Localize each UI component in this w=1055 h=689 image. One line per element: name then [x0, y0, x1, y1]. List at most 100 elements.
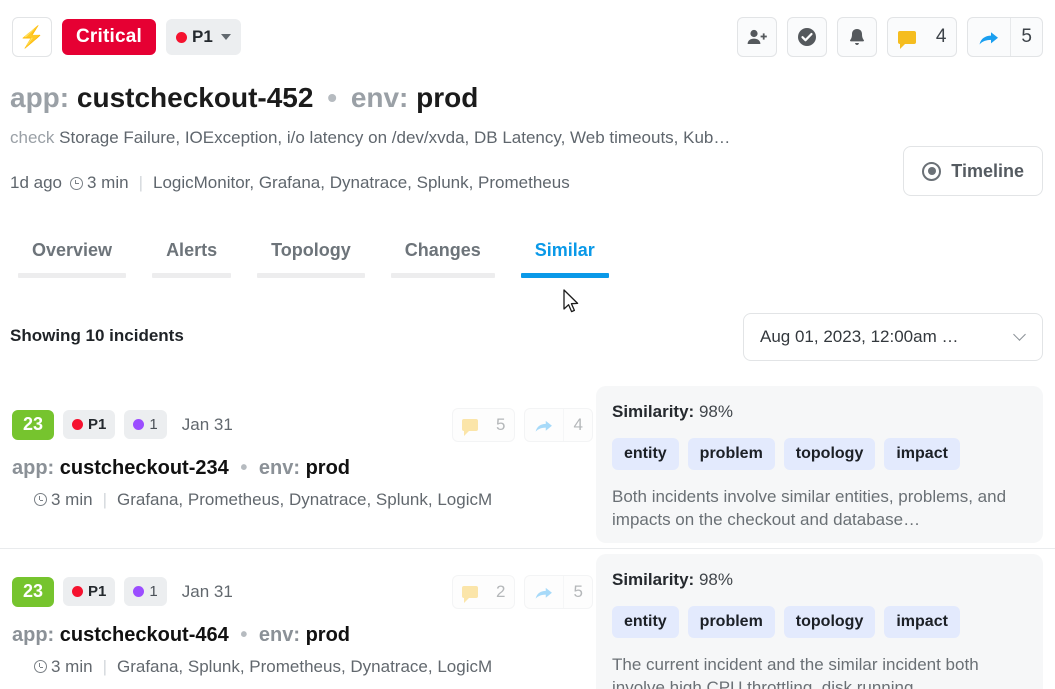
acknowledge-button[interactable] — [787, 17, 827, 57]
similarity-panel: Similarity: 98% entity problem topology … — [596, 386, 1043, 543]
row-priority-badge: P1 — [63, 410, 115, 439]
similarity-description: The current incident and the similar inc… — [612, 654, 1027, 689]
date-range-value: Aug 01, 2023, 12:00am … — [760, 327, 958, 347]
incident-duration: 3 min — [87, 173, 129, 193]
similarity-tag-topology[interactable]: topology — [784, 606, 876, 638]
tab-underline — [257, 273, 365, 278]
clock-icon — [70, 177, 83, 190]
similarity-tags: entity problem topology impact — [612, 606, 1027, 638]
row-duration: 3 min — [51, 657, 93, 677]
incident-sources: LogicMonitor, Grafana, Dynatrace, Splunk… — [153, 173, 570, 193]
tab-underline-active — [521, 273, 609, 278]
list-item[interactable]: 23 P1 1 Jan 31 app: custcheckout-234 • — [0, 382, 1055, 548]
title-separator: • — [327, 82, 337, 113]
similarity-header: Similarity: 98% — [612, 402, 1027, 422]
severity-badge[interactable]: Critical — [62, 19, 156, 55]
signal-dot-icon — [133, 586, 144, 597]
mouse-cursor — [563, 289, 583, 317]
similarity-label: Similarity: — [612, 402, 694, 421]
page-title: app: custcheckout-452 • env: prod — [10, 82, 478, 114]
title-app-value: custcheckout-452 — [77, 82, 314, 113]
signal-dot-icon — [133, 419, 144, 430]
tab-overview[interactable]: Overview — [10, 236, 134, 261]
row-share-button[interactable]: 5 — [524, 575, 592, 609]
row-app-key: app: — [12, 457, 54, 479]
clock-icon — [34, 493, 47, 506]
lightning-bolt-icon[interactable]: ⚡ — [12, 17, 52, 57]
comment-icon — [453, 409, 487, 441]
title-env-value: prod — [416, 82, 478, 113]
priority-dot-icon — [176, 32, 187, 43]
row-actions: 5 4 — [452, 408, 593, 442]
similarity-tag-entity[interactable]: entity — [612, 606, 679, 638]
row-signal-count: 1 — [149, 416, 157, 433]
row-env-value: prod — [306, 457, 350, 479]
tab-alerts-label: Alerts — [166, 240, 217, 261]
chevron-down-icon — [1013, 328, 1026, 341]
comment-button[interactable]: 4 — [887, 17, 958, 57]
comment-count: 4 — [926, 18, 957, 56]
row-priority-badge: P1 — [63, 577, 115, 606]
row-separator: • — [240, 457, 247, 479]
similarity-tag-topology[interactable]: topology — [784, 438, 876, 470]
row-signal-count: 1 — [149, 583, 157, 600]
tab-similar-label: Similar — [535, 240, 595, 261]
row-comment-count: 5 — [487, 409, 514, 441]
row-signal-badge: 1 — [124, 577, 166, 606]
share-button[interactable]: 5 — [967, 17, 1043, 57]
tab-alerts[interactable]: Alerts — [144, 236, 239, 261]
timeline-button[interactable]: Timeline — [903, 146, 1043, 196]
clock-icon — [34, 660, 47, 673]
share-count: 5 — [1011, 18, 1042, 56]
row-sources: Grafana, Splunk, Prometheus, Dynatrace, … — [117, 657, 492, 677]
row-title: app: custcheckout-234 • env: prod — [12, 457, 592, 480]
similarity-tag-impact[interactable]: impact — [884, 438, 960, 470]
row-title: app: custcheckout-464 • env: prod — [12, 624, 592, 647]
row-app-value: custcheckout-234 — [60, 457, 229, 479]
incident-detail-page: ⚡ Critical P1 — [0, 0, 1055, 689]
tab-underline — [18, 273, 126, 278]
row-sources: Grafana, Prometheus, Dynatrace, Splunk, … — [117, 490, 492, 510]
similarity-tag-impact[interactable]: impact — [884, 606, 960, 638]
priority-label: P1 — [192, 27, 213, 47]
row-env-key: env: — [259, 457, 300, 479]
list-item[interactable]: 23 P1 1 Jan 31 app: custcheckout-464 • — [0, 548, 1055, 689]
row-comment-button[interactable]: 5 — [452, 408, 515, 442]
meta-divider: | — [103, 657, 107, 677]
row-comment-button[interactable]: 2 — [452, 575, 515, 609]
incident-meta: 1d ago 3 min | LogicMonitor, Grafana, Dy… — [10, 173, 570, 193]
row-share-button[interactable]: 4 — [524, 408, 592, 442]
date-range-select[interactable]: Aug 01, 2023, 12:00am … — [743, 313, 1043, 361]
header-toolbar: ⚡ Critical P1 — [0, 0, 1055, 72]
row-separator: • — [240, 624, 247, 646]
similar-incident-list: 23 P1 1 Jan 31 app: custcheckout-234 • — [0, 382, 1055, 689]
share-arrow-icon — [525, 409, 563, 441]
title-env-key: env: — [351, 82, 409, 113]
chevron-down-icon — [221, 34, 231, 40]
similarity-tag-problem[interactable]: problem — [688, 438, 775, 470]
priority-dropdown[interactable]: P1 — [166, 19, 241, 55]
check-label: check — [10, 128, 54, 147]
row-date: Jan 31 — [182, 415, 233, 435]
row-priority-label: P1 — [88, 416, 106, 433]
timeline-label: Timeline — [951, 161, 1024, 182]
row-date: Jan 31 — [182, 582, 233, 602]
similarity-value: 98% — [699, 570, 733, 589]
similarity-panel: Similarity: 98% entity problem topology … — [596, 554, 1043, 689]
similarity-value: 98% — [699, 402, 733, 421]
row-duration: 3 min — [51, 490, 93, 510]
similarity-tag-problem[interactable]: problem — [688, 606, 775, 638]
similarity-tag-entity[interactable]: entity — [612, 438, 679, 470]
tab-similar[interactable]: Similar — [513, 236, 617, 261]
row-share-count: 5 — [564, 576, 591, 608]
tab-changes[interactable]: Changes — [383, 236, 503, 261]
row-app-value: custcheckout-464 — [60, 624, 229, 646]
tab-topology[interactable]: Topology — [249, 236, 373, 261]
row-meta: 3 min | Grafana, Splunk, Prometheus, Dyn… — [34, 657, 592, 677]
share-arrow-icon — [525, 576, 563, 608]
add-user-button[interactable] — [737, 17, 777, 57]
row-share-count: 4 — [564, 409, 591, 441]
bell-icon[interactable] — [837, 17, 877, 57]
comment-icon — [888, 18, 926, 56]
header-right-group: 4 5 — [737, 17, 1043, 57]
